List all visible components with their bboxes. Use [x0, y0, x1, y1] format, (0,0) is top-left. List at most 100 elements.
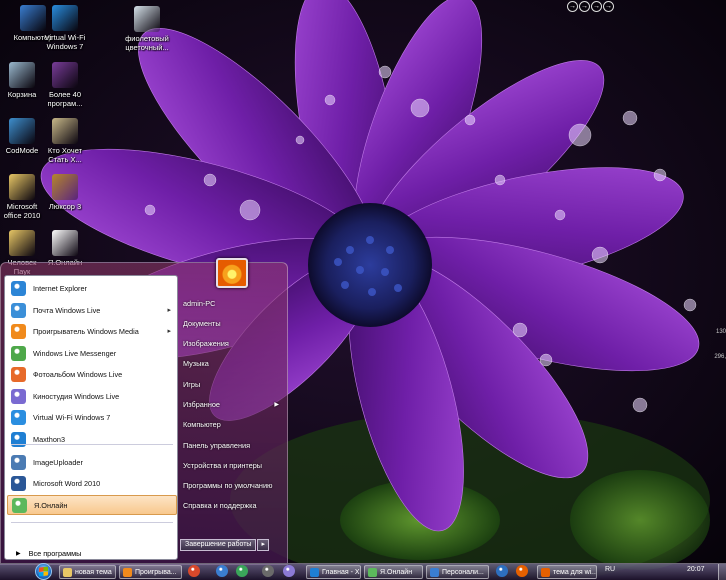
program-item[interactable]: Maxthon3 — [7, 429, 177, 449]
program-item[interactable]: Internet Explorer — [7, 278, 177, 298]
taskbar-button[interactable]: новая тема — [59, 565, 116, 579]
taskbar-button[interactable]: Главная - Х... — [306, 565, 361, 579]
gadget-value: 130 — [715, 329, 726, 335]
start-right-item[interactable]: Панель управления — [183, 438, 283, 454]
start-right-item-label: Музыка — [183, 359, 209, 368]
start-right-item[interactable]: Компьютер — [183, 417, 283, 433]
start-menu-programs-pane: Internet Explorer Почта Windows Live ▸ Прои… — [4, 275, 178, 560]
program-item-label: Почта Windows Live — [33, 305, 101, 315]
torrent-icon[interactable] — [236, 565, 248, 577]
maxthon-icon — [310, 567, 319, 577]
folder-icon — [9, 174, 35, 200]
start-right-item-label: Изображения — [183, 339, 229, 348]
shutdown-button[interactable]: Завершение работы — [180, 539, 257, 551]
desktop-icon[interactable]: Более 40 програм... — [36, 62, 94, 108]
start-right-item[interactable]: Игры — [183, 377, 283, 393]
arrow-icon[interactable]: → — [567, 1, 578, 12]
firefox-icon[interactable] — [516, 565, 528, 577]
program-item[interactable]: ImageUploader — [7, 452, 177, 472]
arrow-icon[interactable]: → — [579, 1, 590, 12]
program-item[interactable]: Windows Live Messenger — [7, 343, 177, 363]
skull-icon — [52, 118, 78, 144]
language-indicator[interactable]: RU — [605, 566, 615, 573]
desktop-icon-label: Более 40 — [48, 90, 82, 99]
desktop-icon-label: Стать Х... — [48, 155, 82, 164]
firefox-icon[interactable] — [188, 565, 200, 577]
desktop-icon-label: цветочный... — [125, 43, 169, 52]
taskbar-button-label: Проигрыва... — [135, 568, 177, 576]
submenu-arrow-icon: ▸ — [167, 307, 171, 314]
desktop-icon[interactable]: Кто Хочет Стать Х... — [36, 118, 94, 164]
firefox-icon — [541, 567, 550, 577]
program-item-label: Maxthon3 — [33, 434, 66, 444]
app-icon[interactable] — [283, 565, 295, 577]
taskbar-button[interactable]: Проигрыва... — [119, 565, 182, 579]
program-item[interactable]: Киностудия Windows Live — [7, 386, 177, 406]
arrow-icon[interactable]: → — [603, 1, 614, 12]
start-right-item-label: Документы — [183, 319, 221, 328]
taskbar-button[interactable]: Персонали... — [426, 565, 489, 579]
desktop-icon[interactable]: фиолетовый цветочный... — [118, 6, 176, 52]
folder-icon — [63, 567, 72, 577]
shutdown-options-button[interactable]: ▸ — [257, 539, 269, 551]
start-right-item[interactable]: Музыка — [183, 356, 283, 372]
arrow-icon[interactable]: → — [591, 1, 602, 12]
start-right-item[interactable]: Устройства и принтеры — [183, 458, 283, 474]
start-button[interactable] — [35, 563, 52, 580]
globe-icon[interactable] — [216, 565, 228, 577]
desktop-icon[interactable]: Virtual Wi-Fi Windows 7 — [36, 5, 94, 51]
settings-icon[interactable] — [262, 565, 274, 577]
wifi-icon — [11, 409, 26, 425]
media-player-icon — [123, 567, 132, 577]
program-item[interactable]: Почта Windows Live ▸ — [7, 300, 177, 320]
desktop-icon[interactable]: Люксор 3 — [36, 174, 94, 211]
start-right-item[interactable]: Документы — [183, 316, 283, 332]
taskbar-button[interactable]: Я.Онлайн — [364, 565, 423, 579]
start-right-item[interactable]: Программы по умолчанию — [183, 478, 283, 494]
desktop-icon-label: Windows 7 — [46, 42, 84, 51]
program-item[interactable]: Проигрыватель Windows Media ▸ — [7, 321, 177, 341]
wifi-icon — [52, 5, 78, 31]
desktop-icon-label: фиолетовый — [125, 34, 169, 43]
start-search-box[interactable] — [4, 550, 178, 564]
program-item-label: Фотоальбом Windows Live — [33, 369, 123, 379]
ya-online-icon — [52, 230, 78, 256]
internet-explorer-icon — [11, 280, 26, 296]
desktop-icon-label: програм... — [47, 99, 83, 108]
program-item[interactable]: Фотоальбом Windows Live — [7, 364, 177, 384]
gadget-value: 296, — [714, 354, 726, 360]
clock[interactable]: 20:07 — [687, 566, 705, 573]
program-item-label: Internet Explorer — [33, 283, 87, 293]
program-item[interactable]: Virtual Wi-Fi Windows 7 — [7, 407, 177, 427]
program-item[interactable]: Microsoft Word 2010 — [7, 473, 177, 493]
image-file-icon — [134, 6, 160, 32]
folder-icon — [9, 230, 35, 256]
start-right-item-label: Справка и поддержка — [183, 501, 257, 510]
user-picture[interactable] — [216, 258, 248, 288]
start-right-item-label: Избранное — [183, 400, 220, 409]
app-store-icon[interactable] — [496, 565, 508, 577]
shutdown-group: Завершение работы ▸ — [180, 539, 269, 551]
start-right-item[interactable]: Изображения — [183, 336, 283, 352]
windows-logo-icon — [39, 566, 48, 577]
uploader-icon — [11, 454, 26, 470]
taskbar-button-label: новая тема — [75, 568, 112, 576]
desktop-icon-label: Кто Хочет — [47, 146, 83, 155]
program-item-label: Я.Онлайн — [34, 500, 68, 510]
taskbar-button-label: Главная - Х... — [322, 568, 361, 576]
show-desktop-button[interactable] — [718, 564, 726, 580]
start-right-item-label: Игры — [183, 380, 201, 389]
start-right-item[interactable]: Справка и поддержка — [183, 498, 283, 514]
program-item[interactable]: Я.Онлайн — [7, 495, 177, 515]
recycle-bin-icon — [9, 62, 35, 88]
movie-maker-icon — [11, 388, 26, 404]
taskbar-button[interactable]: тема для wi... — [537, 565, 597, 579]
corner-arrow-buttons: → → → → — [567, 1, 614, 12]
separator — [11, 444, 173, 445]
mail-icon — [11, 302, 26, 318]
start-right-item[interactable]: Избранное ▶ — [183, 397, 283, 413]
start-right-item[interactable]: admin-PC — [183, 296, 283, 312]
submenu-arrow-icon: ▸ — [167, 328, 171, 335]
start-right-item-label: admin-PC — [183, 299, 216, 308]
separator — [11, 522, 173, 523]
